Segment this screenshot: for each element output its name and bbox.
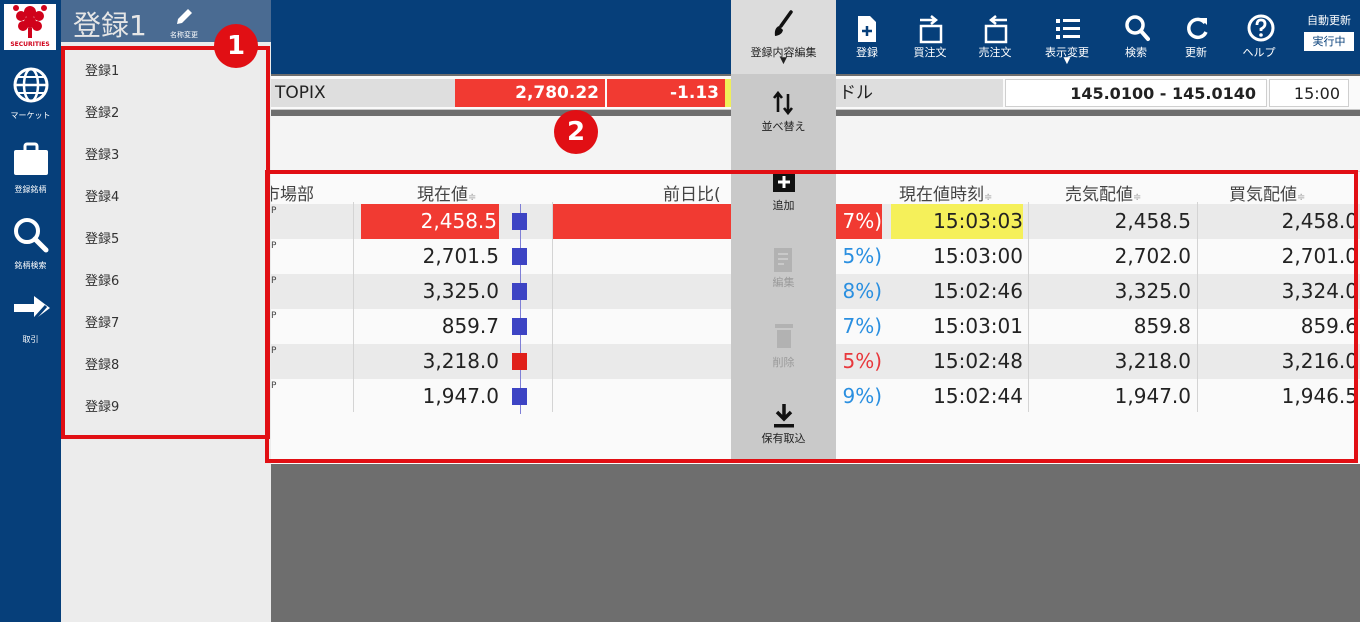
globe-icon	[13, 67, 49, 103]
auto-update[interactable]: 自動更新 実行中	[1302, 12, 1356, 51]
flower-logo-icon	[13, 5, 47, 38]
refresh-label: 更新	[1185, 46, 1207, 59]
ticker-name: TOPIX	[271, 79, 455, 107]
brush-icon	[774, 10, 793, 36]
ticker-fx-rate: 145.0100 - 145.0140	[1005, 79, 1267, 107]
rail-label: マーケット	[10, 111, 51, 120]
search-button[interactable]: 検索	[1107, 10, 1165, 70]
rail-label: 取引	[22, 335, 39, 344]
search-icon	[1125, 15, 1150, 41]
buy-order-icon	[919, 15, 943, 44]
list-view-icon	[1056, 19, 1080, 39]
rail-label: 銘柄検索	[14, 261, 47, 270]
buy-order-label: 買注文	[913, 46, 947, 59]
watchlist-title[interactable]: 登録1	[73, 4, 147, 44]
register-icon	[858, 16, 876, 42]
rail-item-trade[interactable]: 取引	[0, 286, 61, 358]
annotation-box-2	[265, 170, 1358, 463]
annotation-badge-1: 1	[214, 24, 258, 68]
sort-label: 並べ替え	[761, 120, 806, 133]
sort-arrows-icon	[772, 90, 794, 116]
pencil-icon	[177, 9, 192, 24]
buy-order-button[interactable]: 買注文	[901, 10, 959, 70]
annotation-box-1	[61, 46, 270, 439]
sell-order-icon	[984, 15, 1008, 44]
view-change-caret: ▼	[1063, 56, 1071, 66]
ticker-time: 15:00	[1269, 79, 1349, 107]
brand-text: SECURITIES	[10, 41, 50, 48]
search-label: 検索	[1125, 46, 1147, 59]
auto-update-status[interactable]: 実行中	[1304, 32, 1354, 51]
sort-button[interactable]: 並べ替え	[731, 88, 836, 136]
briefcase-icon	[14, 142, 48, 175]
rail-label: 登録銘柄	[14, 185, 47, 194]
refresh-icon	[1187, 17, 1208, 40]
ticker-name-fx: ドル	[835, 79, 1003, 107]
register-label: 登録	[856, 46, 878, 59]
help-label: ヘルプ	[1242, 46, 1276, 59]
trade-icon	[14, 296, 50, 328]
edit-contents-button[interactable]: 登録内容編集 ▼	[731, 8, 836, 70]
annotation-badge-2: 2	[554, 110, 598, 154]
help-icon	[1247, 14, 1275, 42]
sell-order-label: 売注文	[978, 46, 1012, 59]
rail-item-watchlist[interactable]: 登録銘柄	[0, 136, 61, 208]
side-nav: SECURITIES マーケット 登録銘柄 銘柄検索 取引	[0, 0, 61, 622]
brand-logo[interactable]: SECURITIES	[4, 4, 56, 50]
ticker-price: 2,780.22	[455, 79, 605, 107]
rename-label: 名称変更	[170, 31, 198, 39]
rail-item-search[interactable]: 銘柄検索	[0, 212, 61, 284]
help-button[interactable]: ヘルプ	[1230, 10, 1288, 70]
view-change-button[interactable]: 表示変更 ▼	[1038, 10, 1096, 70]
refresh-button[interactable]: 更新	[1167, 10, 1225, 70]
auto-update-title: 自動更新	[1307, 14, 1351, 27]
rail-item-market[interactable]: マーケット	[0, 62, 61, 134]
app-window: SECURITIES マーケット 登録銘柄 銘柄検索 取引 登録1 名称変更 登…	[0, 0, 1360, 622]
register-button[interactable]: 登録	[838, 10, 896, 70]
ticker-change: -1.13	[607, 79, 725, 107]
rename-button[interactable]: 名称変更	[164, 6, 204, 40]
sell-order-button[interactable]: 売注文	[966, 10, 1024, 70]
edit-contents-caret: ▼	[780, 56, 787, 66]
search-icon	[14, 218, 49, 253]
